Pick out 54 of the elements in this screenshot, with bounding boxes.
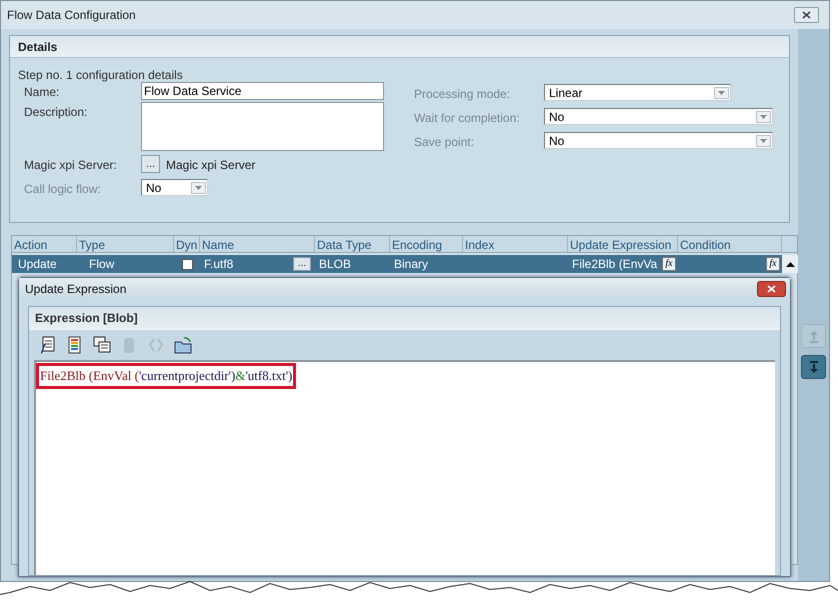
field-label: Magic xpi Server: bbox=[24, 157, 118, 174]
caret-icon bbox=[714, 86, 729, 98]
expression-text: File2Blb (EnvVal ('currentprojectdir')&'utf8.txt') bbox=[40, 368, 292, 383]
field-label: Call logic flow: bbox=[24, 181, 102, 198]
window-title: Flow Data Configuration bbox=[7, 7, 136, 24]
field-label: Save point: bbox=[414, 134, 476, 151]
close-button[interactable] bbox=[757, 280, 786, 296]
move-down-button[interactable] bbox=[801, 355, 826, 379]
text-field[interactable]: Flow Data Service bbox=[141, 82, 384, 100]
expression-editor[interactable]: File2Blb (EnvVal ('currentprojectdir')&'utf8.txt') bbox=[34, 360, 775, 575]
window-icon[interactable] bbox=[93, 336, 111, 354]
field-label: Wait for completion: bbox=[414, 110, 521, 127]
column-header[interactable]: Data Type bbox=[315, 236, 390, 252]
column-header[interactable]: Name bbox=[200, 236, 315, 252]
panel-header: Details bbox=[18, 38, 58, 56]
field-label: Processing mode: bbox=[414, 86, 512, 103]
down-arrow-icon bbox=[808, 360, 820, 374]
close-button[interactable] bbox=[794, 7, 819, 23]
column-header[interactable]: Update Expression bbox=[568, 236, 678, 252]
field-label: Name: bbox=[24, 84, 60, 101]
table-cell-text: Update bbox=[17, 256, 58, 273]
column-header[interactable]: Type bbox=[77, 236, 174, 252]
table-row[interactable]: Update Flow F.utf8 ... BLOB Binary File2Blb (EnvVa fx fx bbox=[12, 255, 797, 273]
column-header[interactable]: Encoding bbox=[390, 236, 463, 252]
scroll-up-button[interactable] bbox=[782, 255, 798, 273]
up-arrow-icon bbox=[808, 328, 820, 344]
close-icon bbox=[802, 11, 811, 19]
document-icon[interactable] bbox=[39, 336, 57, 354]
expression-button[interactable]: fx bbox=[662, 257, 676, 271]
panel-subtitle: Step no. 1 configuration details bbox=[18, 68, 183, 82]
table-cell-text: BLOB bbox=[318, 256, 352, 273]
table-cell-text: File2Blb (EnvVa bbox=[572, 256, 658, 273]
caret-icon bbox=[756, 110, 771, 122]
caret-icon bbox=[191, 182, 206, 194]
column-header[interactable]: Dyn bbox=[174, 236, 200, 252]
table-cell-text: Binary bbox=[393, 256, 430, 273]
caret-icon bbox=[756, 134, 771, 146]
up-arrow-icon bbox=[786, 262, 794, 266]
condition-button[interactable]: fx bbox=[766, 257, 780, 271]
description-field[interactable] bbox=[141, 102, 384, 151]
table-cell-text: Flow bbox=[88, 256, 116, 273]
browse-button[interactable]: ... bbox=[293, 257, 311, 271]
table-cell-text: F.utf8 bbox=[204, 256, 234, 273]
field-label: Description: bbox=[24, 104, 88, 121]
column-header[interactable]: Action bbox=[12, 236, 77, 252]
close-icon bbox=[767, 284, 776, 292]
browse-button[interactable]: ... bbox=[141, 155, 160, 173]
server-name: Magic xpi Server bbox=[166, 157, 256, 174]
column-header[interactable]: Index bbox=[463, 236, 568, 252]
panel-header: Expression [Blob] bbox=[35, 310, 138, 327]
checkbox[interactable] bbox=[182, 258, 192, 270]
dialog-title: Update Expression bbox=[25, 280, 126, 298]
folder-icon[interactable] bbox=[174, 336, 192, 354]
column-header[interactable]: Condition bbox=[678, 236, 782, 252]
